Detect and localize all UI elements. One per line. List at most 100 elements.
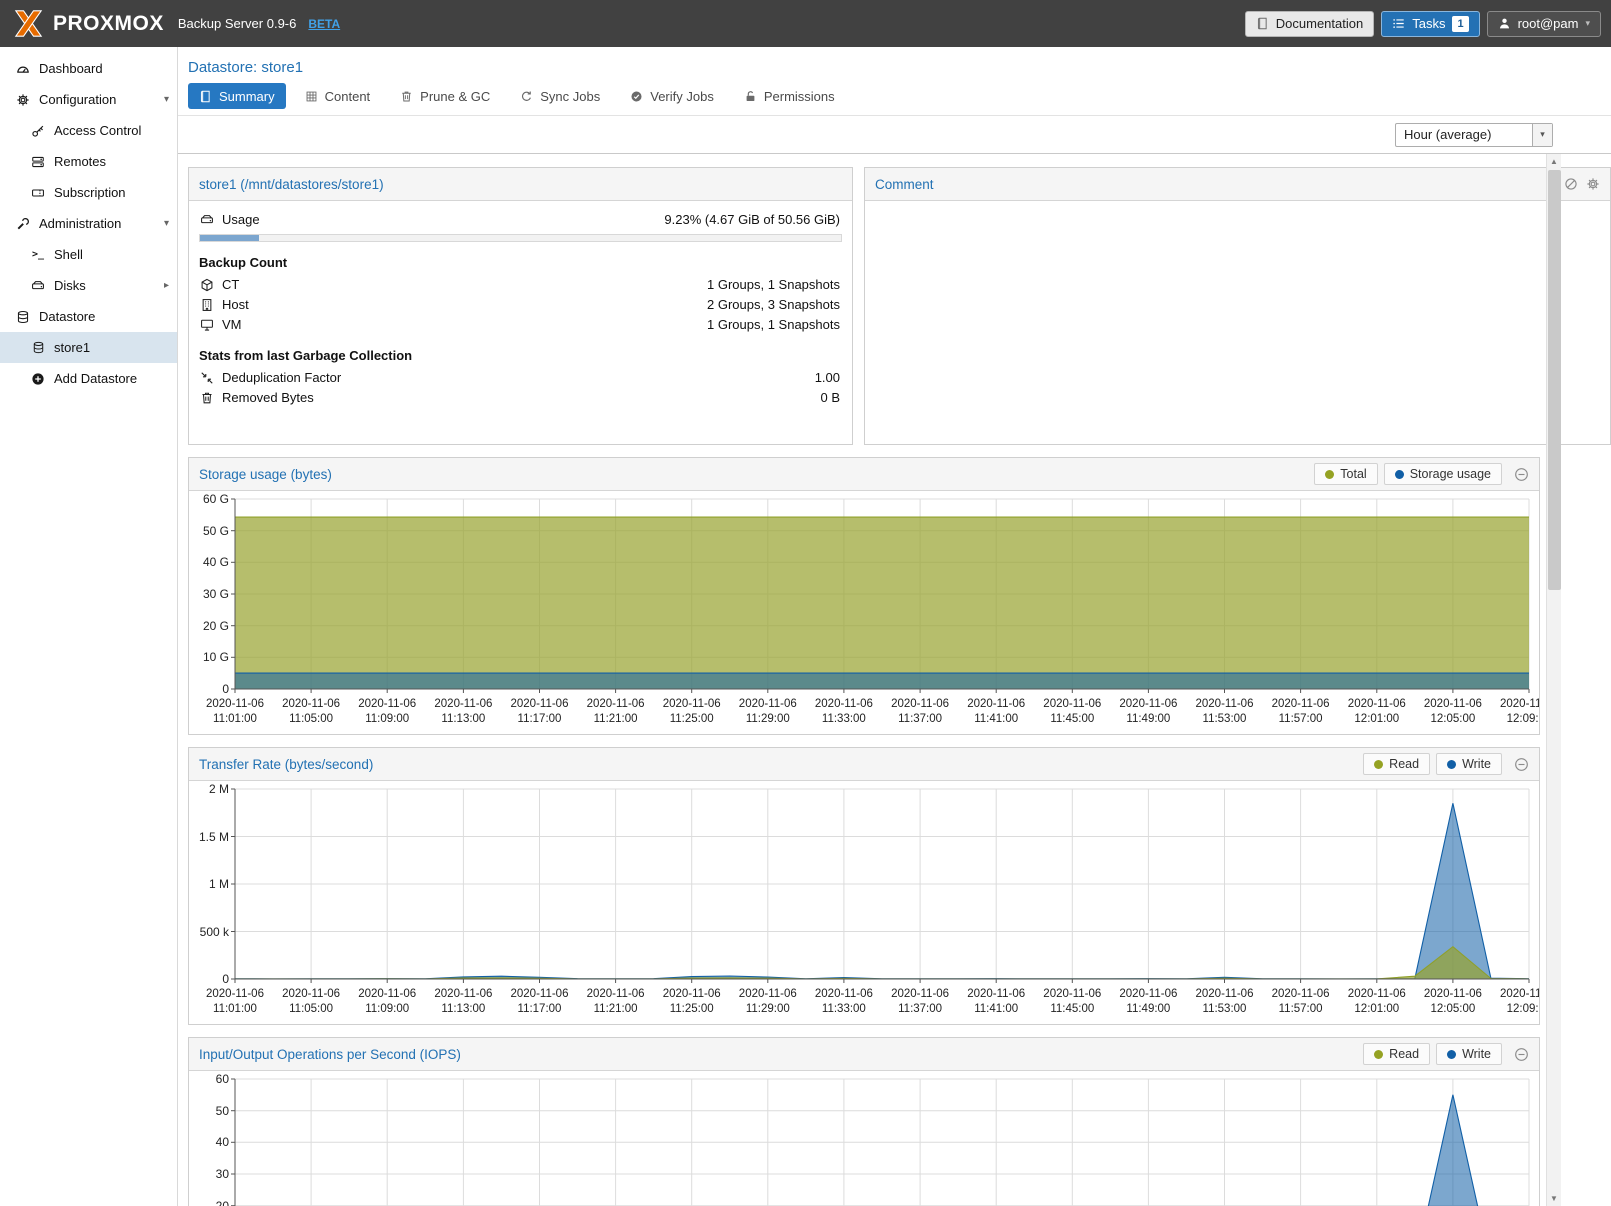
sidebar-item-store1[interactable]: store1 (0, 332, 177, 363)
gc-row-dedup: Deduplication Factor 1.00 (189, 368, 852, 388)
transfer-rate-chart: 2 M1.5 M1 M500 k02020-11-0611:01:002020-… (189, 781, 1539, 1024)
hdd-icon (199, 213, 215, 227)
y-axis-label: 60 G (189, 492, 229, 506)
tasks-count-badge: 1 (1452, 16, 1468, 32)
row-value: 2 Groups, 3 Snapshots (707, 297, 840, 312)
y-axis-label: 20 G (189, 619, 229, 633)
ticket-icon (29, 186, 47, 200)
x-axis-label: 2020-11-0611:25:00 (652, 987, 732, 1017)
user-icon (1498, 17, 1511, 30)
backup-count-row-ct: CT 1 Groups, 1 Snapshots (189, 275, 852, 295)
plus-circle-icon (29, 372, 47, 386)
legend-item-storage-usage[interactable]: Storage usage (1384, 463, 1502, 485)
sidebar-item-add-datastore[interactable]: Add Datastore (0, 363, 177, 394)
legend-item-read[interactable]: Read (1363, 1043, 1430, 1065)
sidebar-item-dashboard[interactable]: Dashboard (0, 53, 177, 84)
sidebar-item-disks[interactable]: Disks ▸ (0, 270, 177, 301)
sidebar-item-configuration[interactable]: Configuration ▾ (0, 84, 177, 115)
tab-sync-jobs[interactable]: Sync Jobs (509, 83, 611, 109)
trash-icon (199, 391, 215, 405)
product-version: Backup Server 0.9-6 (178, 16, 297, 31)
scroll-down-arrow[interactable]: ▼ (1547, 1191, 1561, 1206)
chevron-down-icon[interactable]: ▾ (1532, 124, 1552, 146)
sidebar-item-access-control[interactable]: Access Control (0, 115, 177, 146)
scrollbar-thumb[interactable] (1548, 170, 1561, 590)
sidebar-item-label: Subscription (54, 185, 126, 200)
sidebar-item-datastore[interactable]: Datastore (0, 301, 177, 332)
datastore-summary-panel: store1 (/mnt/datastores/store1) Usage 9.… (188, 167, 853, 445)
scroll-up-arrow[interactable]: ▲ (1547, 154, 1561, 169)
legend-dot (1374, 760, 1383, 769)
transfer-rate-panel: Transfer Rate (bytes/second) Read Write (188, 747, 1540, 1025)
y-axis-label: 60 (189, 1072, 229, 1086)
main-content: Datastore: store1 Summary Content Prune … (178, 47, 1611, 1206)
brand: PROXMOX Backup Server 0.9-6 BETA (10, 9, 340, 38)
backup-count-title: Backup Count (189, 242, 852, 275)
collapse-icon[interactable] (1514, 1047, 1529, 1062)
grid-icon (305, 90, 318, 103)
collapse-icon[interactable] (1514, 757, 1529, 772)
x-axis-label: 2020-11-0611:21:00 (576, 987, 656, 1017)
legend-item-write[interactable]: Write (1436, 1043, 1502, 1065)
tab-content[interactable]: Content (294, 83, 382, 109)
backup-count-row-host: Host 2 Groups, 3 Snapshots (189, 295, 852, 315)
tab-verify-jobs[interactable]: Verify Jobs (619, 83, 725, 109)
x-axis-label: 2020-11-0611:09:00 (347, 987, 427, 1017)
chevron-right-icon[interactable]: ▸ (164, 280, 169, 291)
storage-usage-panel: Storage usage (bytes) Total Storage usag… (188, 457, 1540, 735)
sidebar-item-subscription[interactable]: Subscription (0, 177, 177, 208)
gear-icon (14, 93, 32, 107)
y-axis-label: 40 (189, 1135, 229, 1149)
x-axis-label: 2020-11-0611:41:00 (956, 987, 1036, 1017)
user-menu-button[interactable]: root@pam ▾ (1487, 11, 1601, 37)
legend-item-write[interactable]: Write (1436, 753, 1502, 775)
sidebar-item-administration[interactable]: Administration ▾ (0, 208, 177, 239)
collapse-icon[interactable] (1514, 467, 1529, 482)
tab-label: Sync Jobs (540, 89, 600, 104)
panel-title: Input/Output Operations per Second (IOPS… (199, 1047, 461, 1062)
tab-prune-gc[interactable]: Prune & GC (389, 83, 501, 109)
sidebar-item-label: Shell (54, 247, 83, 262)
key-icon (29, 124, 47, 138)
backup-count-row-vm: VM 1 Groups, 1 Snapshots (189, 315, 852, 335)
vertical-scrollbar: ▲ ▼ (1546, 154, 1561, 1206)
usage-progress-fill (200, 235, 259, 241)
usage-value: 9.23% (4.67 GiB of 50.56 GiB) (664, 212, 840, 227)
sidebar-item-label: Disks (54, 278, 86, 293)
panel-title: store1 (/mnt/datastores/store1) (199, 177, 384, 192)
ban-icon[interactable] (1564, 177, 1578, 191)
tab-summary[interactable]: Summary (188, 83, 286, 109)
check-circle-icon (630, 90, 643, 103)
server-icon (29, 155, 47, 169)
beta-link[interactable]: BETA (308, 17, 340, 31)
sidebar-item-label: Add Datastore (54, 371, 137, 386)
x-axis-label: 2020-11-0611:17:00 (500, 697, 580, 727)
gc-row-removed-bytes: Removed Bytes 0 B (189, 388, 852, 408)
chevron-down-icon[interactable]: ▾ (164, 218, 169, 229)
comment-content[interactable] (865, 201, 1610, 221)
y-axis-label: 50 (189, 1104, 229, 1118)
page-title: Datastore: store1 (178, 47, 1611, 83)
x-axis-label: 2020-11-0611:41:00 (956, 697, 1036, 727)
building-icon (199, 298, 215, 312)
top-header-bar: PROXMOX Backup Server 0.9-6 BETA Documen… (0, 0, 1611, 47)
legend-item-read[interactable]: Read (1363, 753, 1430, 775)
sidebar-item-shell[interactable]: >_ Shell (0, 239, 177, 270)
tab-label: Prune & GC (420, 89, 490, 104)
tab-permissions[interactable]: Permissions (733, 83, 846, 109)
iops-chart: 60504030201002020-11-0611:01:002020-11-0… (189, 1071, 1539, 1206)
iops-panel: Input/Output Operations per Second (IOPS… (188, 1037, 1540, 1206)
tasks-button[interactable]: Tasks 1 (1381, 11, 1479, 37)
chart-legend: Total Storage usage (1308, 463, 1529, 485)
chevron-down-icon[interactable]: ▾ (164, 94, 169, 105)
x-axis-label: 2020-11-0611:17:00 (500, 987, 580, 1017)
documentation-button[interactable]: Documentation (1245, 11, 1374, 37)
gear-icon[interactable] (1586, 177, 1600, 191)
brand-name: PROXMOX (53, 12, 164, 36)
panel-header: Input/Output Operations per Second (IOPS… (189, 1038, 1539, 1071)
time-range-select[interactable]: Hour (average) ▾ (1395, 123, 1553, 147)
sidebar-item-label: Administration (39, 216, 121, 231)
legend-item-total[interactable]: Total (1314, 463, 1377, 485)
legend-label: Read (1389, 757, 1419, 771)
sidebar-item-remotes[interactable]: Remotes (0, 146, 177, 177)
